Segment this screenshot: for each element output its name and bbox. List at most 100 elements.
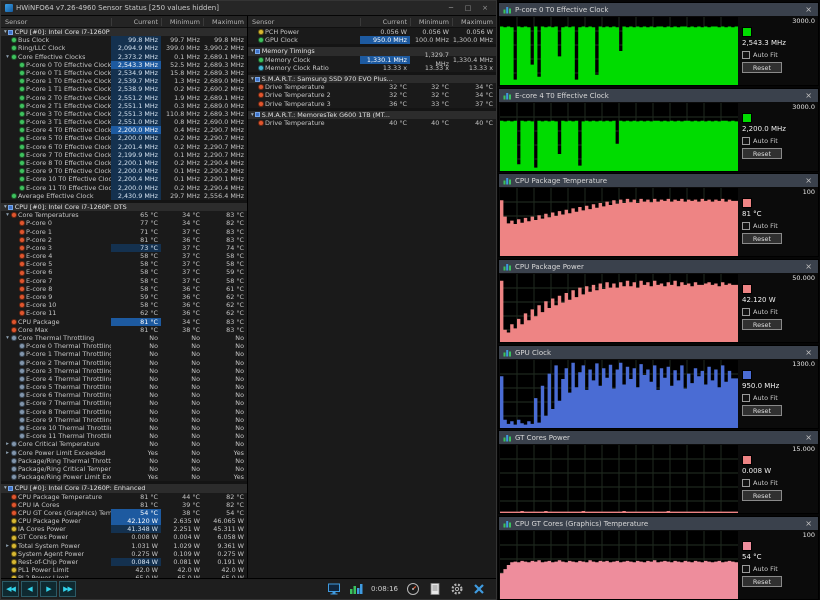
window-titlebar[interactable]: HWiNFO64 v7.26-4960 Sensor Status [250 v… (1, 1, 496, 16)
sensor-row[interactable]: P-core 0 T0 Effective Clock2,543.3 MHz52… (1, 61, 247, 69)
sensor-row[interactable]: P-core 281 °C36 °C83 °C (1, 236, 247, 244)
sensor-row[interactable]: E-core 6 Thermal ThrottlingNoNoNo (1, 391, 247, 399)
sensor-row[interactable]: CPU GT Cores (Graphics) Temperature54 °C… (1, 509, 247, 517)
report-icon[interactable] (428, 582, 442, 596)
sensor-row[interactable]: P-core 1 T0 Effective Clock2,539.7 MHz1.… (1, 77, 247, 85)
sensor-row[interactable]: P-core 3 T0 Effective Clock2,551.3 MHz11… (1, 110, 247, 118)
sensor-row[interactable]: E-core 8 Thermal ThrottlingNoNoNo (1, 408, 247, 416)
sensor-row[interactable]: ▾Core Effective Clocks2,373.2 MHz0.1 MHz… (1, 53, 247, 61)
sensor-row[interactable]: PCH Power0.056 W0.056 W0.056 W (248, 28, 496, 36)
sensor-row[interactable]: Average Effective Clock2,430.9 MHz29.7 M… (1, 192, 247, 200)
sensor-row[interactable]: Package/Ring Thermal ThrottlingNoNoNo (1, 457, 247, 465)
reset-button[interactable]: Reset (742, 62, 782, 73)
sensor-row[interactable]: Drive Temperature32 °C32 °C34 °C (248, 83, 496, 91)
auto-fit-checkbox[interactable]: Auto Fit (742, 51, 815, 59)
graph-titlebar[interactable]: GPU Clock× (499, 346, 818, 359)
sensor-row[interactable]: Drive Temperature40 °C40 °C40 °C (248, 119, 496, 127)
column-header-minimum[interactable]: Minimum (410, 18, 452, 26)
sensor-row[interactable]: P-core 373 °C37 °C74 °C (1, 244, 247, 252)
sensor-row[interactable]: Package/Ring Critical TemperatureNoNoNo (1, 465, 247, 473)
sensor-row[interactable]: Drive Temperature 232 °C32 °C34 °C (248, 91, 496, 99)
sensor-row[interactable]: E-core 1058 °C36 °C62 °C (1, 301, 247, 309)
sensor-row[interactable]: P-core 2 T1 Effective Clock2,551.1 MHz0.… (1, 102, 247, 110)
graphs-icon[interactable] (349, 582, 363, 596)
sensor-display-icon[interactable] (327, 582, 341, 596)
auto-fit-checkbox[interactable]: Auto Fit (742, 308, 815, 316)
sensor-row[interactable]: E-core 758 °C37 °C58 °C (1, 277, 247, 285)
close-icon[interactable]: × (803, 176, 814, 185)
reset-button[interactable]: Reset (742, 148, 782, 159)
sensor-row[interactable]: E-core 658 °C37 °C59 °C (1, 268, 247, 276)
sensor-row[interactable]: E-core 5 Thermal ThrottlingNoNoNo (1, 383, 247, 391)
sensor-row[interactable]: E-core 7 Thermal ThrottlingNoNoNo (1, 399, 247, 407)
checkbox-icon[interactable] (742, 394, 750, 402)
sensor-section-header[interactable]: ▾S.M.A.R.T.: Samsung SSD 970 EVO Plus... (248, 75, 496, 83)
minimize-icon[interactable]: ─ (444, 4, 458, 12)
reset-button[interactable]: Reset (742, 233, 782, 244)
reset-button[interactable]: Reset (742, 490, 782, 501)
sensor-row[interactable]: System Agent Power0.275 W0.109 W0.275 W (1, 550, 247, 558)
sensor-row[interactable]: E-core 10 Thermal ThrottlingNoNoNo (1, 424, 247, 432)
close-icon[interactable]: × (803, 5, 814, 14)
sensor-row[interactable]: P-core 171 °C37 °C83 °C (1, 228, 247, 236)
gauge-icon[interactable] (406, 582, 420, 596)
sensor-row[interactable]: GPU Clock950.0 MHz100.0 MHz1,300.0 MHz (248, 36, 496, 44)
nav-first-button[interactable]: ◀◀ (2, 581, 19, 597)
sensor-row[interactable]: Drive Temperature 336 °C33 °C37 °C (248, 100, 496, 108)
close-icon[interactable]: × (803, 91, 814, 100)
sensor-row[interactable]: GT Cores Power0.008 W0.004 W6.058 W (1, 533, 247, 541)
graph-titlebar[interactable]: CPU Package Power× (499, 260, 818, 273)
auto-fit-checkbox[interactable]: Auto Fit (742, 479, 815, 487)
sensor-row[interactable]: Memory Clock1,330.1 MHz1,329.7 MHz1,330.… (248, 56, 496, 64)
sensor-row[interactable]: Rest-of-Chip Power0.084 W0.081 W0.191 W (1, 558, 247, 566)
sensor-row[interactable]: E-core 4 T0 Effective Clock2,200.0 MHz0.… (1, 126, 247, 134)
close-icon[interactable]: × (803, 262, 814, 271)
sensor-row[interactable]: ▾Core Temperatures65 °C34 °C83 °C (1, 211, 247, 219)
auto-fit-checkbox[interactable]: Auto Fit (742, 565, 815, 573)
sensor-row[interactable]: Memory Clock Ratio13.33 x13.33 x13.33 x (248, 64, 496, 72)
sensor-row[interactable]: Ring/LLC Clock2,094.9 MHz399.0 MHz3,990.… (1, 44, 247, 52)
sensor-row[interactable]: E-core 11 Thermal ThrottlingNoNoNo (1, 432, 247, 440)
checkbox-icon[interactable] (742, 222, 750, 230)
sensor-row[interactable]: P-core 0 T1 Effective Clock2,534.9 MHz15… (1, 69, 247, 77)
sensor-section-header[interactable]: ▾CPU [#0]: Intel Core i7-1260P (1, 28, 247, 36)
sensor-row[interactable]: E-core 959 °C36 °C62 °C (1, 293, 247, 301)
sensor-section-header[interactable]: ▾CPU [#0]: Intel Core i7-1260P: DTS (1, 203, 247, 211)
sensor-row[interactable]: P-core 3 Thermal ThrottlingNoNoNo (1, 367, 247, 375)
sensor-row[interactable]: E-core 9 T0 Effective Clock2,200.0 MHz0.… (1, 167, 247, 175)
sensor-row[interactable]: PL1 Power Limit42.0 W42.0 W42.0 W (1, 566, 247, 574)
graph-titlebar[interactable]: GT Cores Power× (499, 431, 818, 444)
settings-gear-icon[interactable] (450, 582, 464, 596)
sensor-row[interactable]: E-core 458 °C37 °C58 °C (1, 252, 247, 260)
maximize-icon[interactable]: □ (461, 4, 475, 12)
sensor-row[interactable]: E-core 7 T0 Effective Clock2,199.9 MHz0.… (1, 151, 247, 159)
sensor-row[interactable]: E-core 558 °C37 °C58 °C (1, 260, 247, 268)
sensor-row[interactable]: ▾Core Thermal ThrottlingNoNoNo (1, 334, 247, 342)
sensor-row[interactable]: E-core 8 T0 Effective Clock2,200.1 MHz0.… (1, 159, 247, 167)
nav-prev-button[interactable]: ◀ (21, 581, 38, 597)
column-header-current[interactable]: Current (360, 18, 410, 26)
sensor-row[interactable]: E-core 858 °C36 °C61 °C (1, 285, 247, 293)
column-header-minimum[interactable]: Minimum (161, 18, 203, 26)
sensor-row[interactable]: E-core 6 T0 Effective Clock2,201.4 MHz0.… (1, 143, 247, 151)
sensor-row[interactable]: Package/Ring Power Limit ExceededYesNoYe… (1, 473, 247, 481)
graph-titlebar[interactable]: P-core 0 T0 Effective Clock× (499, 3, 818, 16)
sensor-row[interactable]: Core Max81 °C38 °C83 °C (1, 326, 247, 334)
graph-titlebar[interactable]: CPU Package Temperature× (499, 174, 818, 187)
reset-button[interactable]: Reset (742, 319, 782, 330)
checkbox-icon[interactable] (742, 565, 750, 573)
sensor-row[interactable]: ▸Total System Power1.031 W1.029 W9.361 W (1, 542, 247, 550)
column-header-maximum[interactable]: Maximum (203, 18, 247, 26)
sensor-row[interactable]: E-core 4 Thermal ThrottlingNoNoNo (1, 375, 247, 383)
sensor-row[interactable]: E-core 9 Thermal ThrottlingNoNoNo (1, 416, 247, 424)
close-icon[interactable]: × (803, 519, 814, 528)
sensor-row[interactable]: P-core 2 Thermal ThrottlingNoNoNo (1, 359, 247, 367)
graph-titlebar[interactable]: E-core 4 T0 Effective Clock× (499, 89, 818, 102)
column-header-sensor[interactable]: Sensor (248, 18, 360, 26)
auto-fit-checkbox[interactable]: Auto Fit (742, 394, 815, 402)
close-icon[interactable]: × (803, 348, 814, 357)
column-header-sensor[interactable]: Sensor (1, 18, 111, 26)
sensor-row[interactable]: P-core 1 Thermal ThrottlingNoNoNo (1, 350, 247, 358)
close-icon[interactable]: × (478, 4, 492, 12)
column-header-maximum[interactable]: Maximum (452, 18, 496, 26)
